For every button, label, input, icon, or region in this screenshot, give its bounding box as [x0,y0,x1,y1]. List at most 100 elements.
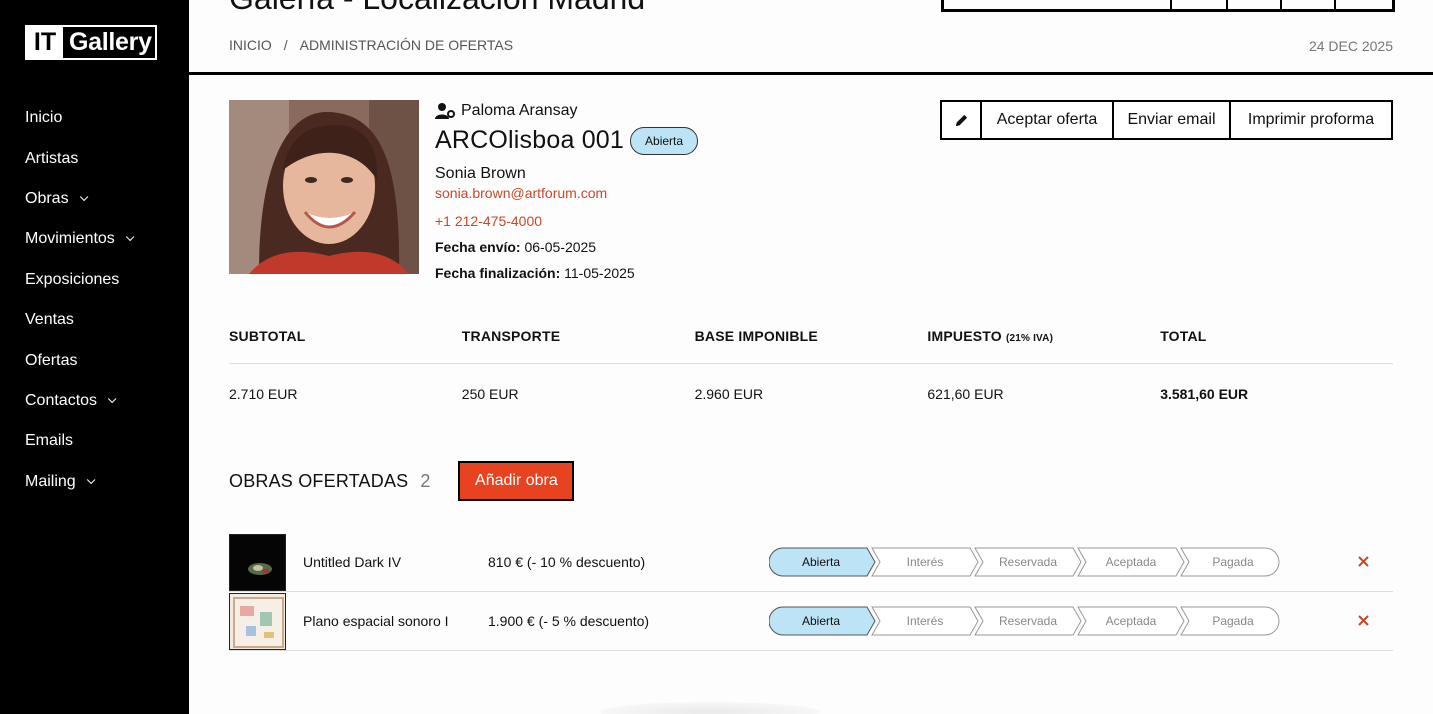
sidebar-item-obras[interactable]: Obras [25,179,131,219]
sidebar-item-movimientos[interactable]: Movimientos [25,219,135,259]
sidebar-item-mailing[interactable]: Mailing [25,462,131,502]
base-imponible-header: BASE IMPONIBLE [694,328,818,344]
pipeline-label: Aceptada [1106,614,1157,628]
sidebar-item-ofertas[interactable]: Ofertas [25,340,131,380]
offer-agent: Paloma Aransay [435,100,698,122]
sidebar-item-emails[interactable]: Emails [25,421,131,461]
logo-it: IT [27,27,63,58]
breadcrumb-current: ADMINISTRACIÓN DE OFERTAS [299,37,514,53]
obra-name: Untitled Dark IV [303,554,402,570]
breadcrumb: INICIO / ADMINISTRACIÓN DE OFERTAS [229,37,513,53]
sidebar: IT Gallery Inicio Artistas Obras Movimie… [0,0,189,714]
impuesto-note: (21% IVA) [1005,333,1054,344]
pipeline-stage-aceptada[interactable]: Aceptada [1077,547,1185,577]
print-proforma-button[interactable]: Imprimir proforma [1231,102,1391,138]
obras-section-header: OBRAS OFERTADAS 2 Añadir obra [229,461,575,501]
table-row[interactable]: Plano espacial sonoro I 1.900 € (- 5 % d… [229,592,1393,651]
pipeline-label: Interés [907,614,944,628]
send-email-button[interactable]: Enviar email [1114,102,1231,138]
accept-offer-button[interactable]: Aceptar oferta [982,102,1114,138]
sidebar-item-label: Ventas [25,311,74,329]
sidebar-item-label: Inicio [25,109,63,127]
delete-obra-button[interactable] [1358,552,1369,572]
header-toolbar [941,0,1395,12]
subtotal-header: SUBTOTAL [229,328,306,344]
status-pipeline: Abierta Interés Reservada Aceptada Pagad… [769,606,1280,636]
breadcrumb-separator: / [283,37,288,53]
base-imponible-value: 2.960 EUR [694,386,764,402]
client-phone-link[interactable]: +1 212-475-4000 [435,213,698,229]
pipeline-label: Abierta [802,614,840,628]
page-title: Galería - Localización Madrid [229,0,645,17]
fecha-fin-label: Fecha finalización: [435,265,561,281]
pipeline-stage-aceptada[interactable]: Aceptada [1077,606,1185,636]
close-icon [1358,556,1369,567]
chevron-down-icon [86,475,96,484]
table-row[interactable]: Untitled Dark IV 810 € (- 10 % descuento… [229,533,1393,592]
pipeline-label: Pagada [1212,614,1254,628]
sidebar-item-label: Obras [25,189,69,207]
header-date: 24 DEC 2025 [1308,38,1393,54]
obra-thumbnail[interactable] [229,533,286,591]
add-obra-button[interactable]: Añadir obra [458,461,575,501]
status-pipeline: Abierta Interés Reservada Aceptada Pagad… [769,547,1280,577]
pipeline-label: Pagada [1212,555,1254,569]
header-search-box[interactable] [944,0,1172,9]
total-header: TOTAL [1160,328,1207,344]
obras-count: 2 [420,470,431,491]
header-button[interactable] [1228,0,1282,9]
totals-header-row: SUBTOTAL TRANSPORTE BASE IMPONIBLE IMPUE… [229,320,1393,364]
logo[interactable]: IT Gallery [25,25,157,60]
impuesto-header: IMPUESTO (21% IVA) [927,328,1160,363]
obra-thumbnail[interactable] [229,592,286,650]
transporte-value: 250 EUR [461,386,519,402]
pipeline-stage-interes[interactable]: Interés [871,606,979,636]
impuesto-value: 621,60 EUR [927,386,1004,402]
obras-list: Untitled Dark IV 810 € (- 10 % descuento… [229,533,1393,651]
sidebar-item-exposiciones[interactable]: Exposiciones [25,260,131,300]
header-button[interactable] [1282,0,1336,9]
pipeline-stage-pagada[interactable]: Pagada [1180,606,1280,636]
pipeline-stage-abierta[interactable]: Abierta [769,606,876,636]
sidebar-item-artistas[interactable]: Artistas [25,138,131,178]
transporte-header: TRANSPORTE [461,328,561,344]
sidebar-item-label: Ofertas [25,351,78,369]
obra-price: 810 € (- 10 % descuento) [488,554,646,570]
pipeline-stage-abierta[interactable]: Abierta [769,547,876,577]
totals-values-row: 2.710 EUR 250 EUR 2.960 EUR 621,60 EUR 3… [229,364,1393,402]
bottom-shadow [600,702,820,714]
sidebar-item-ventas[interactable]: Ventas [25,300,131,340]
obra-price: 1.900 € (- 5 % descuento) [488,613,650,629]
offer-info: Paloma Aransay ARCOlisboa 001 Abierta So… [435,100,699,281]
page-header: Galería - Localización Madrid INICIO / A… [189,0,1433,75]
fecha-envio-label: Fecha envío: [435,239,521,255]
sidebar-item-label: Emails [25,432,74,450]
fecha-finalizacion: Fecha finalización: 11-05-2025 [435,265,698,281]
sidebar-item-inicio[interactable]: Inicio [25,98,131,138]
chevron-down-icon [79,192,88,202]
delete-obra-button[interactable] [1358,611,1369,631]
sidebar-item-label: Movimientos [25,230,115,248]
pipeline-label: Interés [907,555,944,569]
pipeline-stage-interes[interactable]: Interés [871,547,979,577]
app: IT Gallery Inicio Artistas Obras Movimie… [0,0,1433,714]
pipeline-stage-reservada[interactable]: Reservada [974,606,1082,636]
header-button[interactable] [1336,0,1392,9]
pipeline-label: Reservada [999,614,1057,628]
breadcrumb-inicio[interactable]: INICIO [229,37,272,53]
header-button[interactable] [1172,0,1228,9]
logo-gallery: Gallery [69,28,152,56]
pipeline-stage-reservada[interactable]: Reservada [974,547,1082,577]
pipeline-label: Aceptada [1106,555,1157,569]
edit-button[interactable] [942,102,982,138]
sidebar-item-contactos[interactable]: Contactos [25,381,131,421]
user-cog-icon [435,103,455,119]
contact-photo [229,100,419,274]
pipeline-stage-pagada[interactable]: Pagada [1180,547,1280,577]
pipeline-label: Abierta [802,555,840,569]
client-email-link[interactable]: sonia.brown@artforum.com [435,185,698,201]
impuesto-label: IMPUESTO [927,328,1002,344]
chevron-down-icon [107,394,117,404]
sidebar-item-label: Contactos [25,391,98,409]
client-name: Sonia Brown [435,165,526,182]
